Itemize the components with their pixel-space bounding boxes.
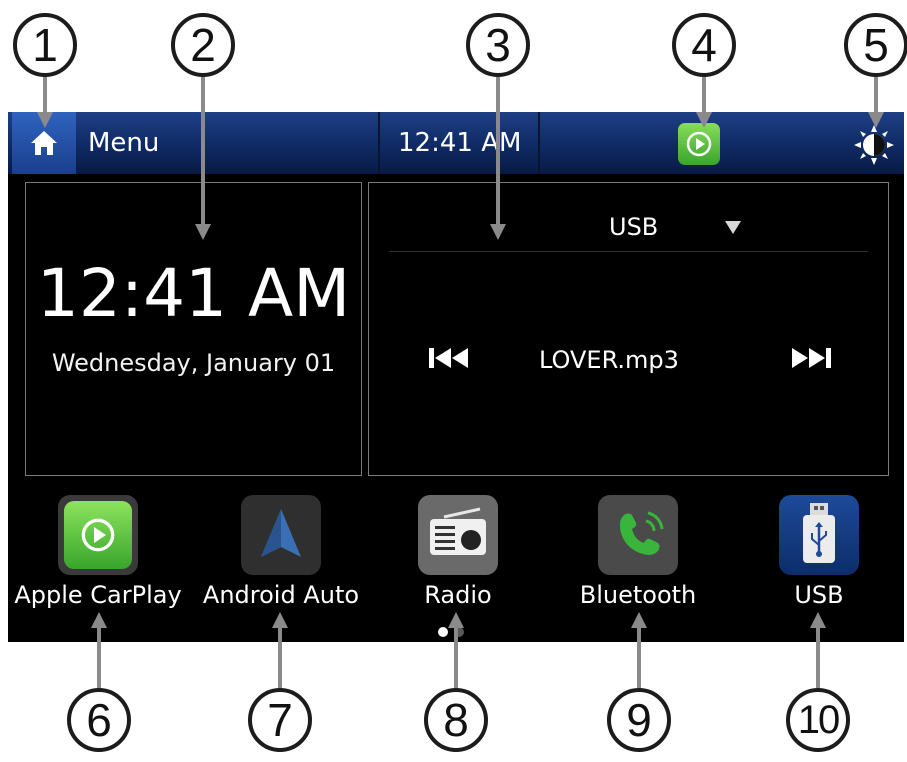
callout-leaders (37, 77, 884, 688)
